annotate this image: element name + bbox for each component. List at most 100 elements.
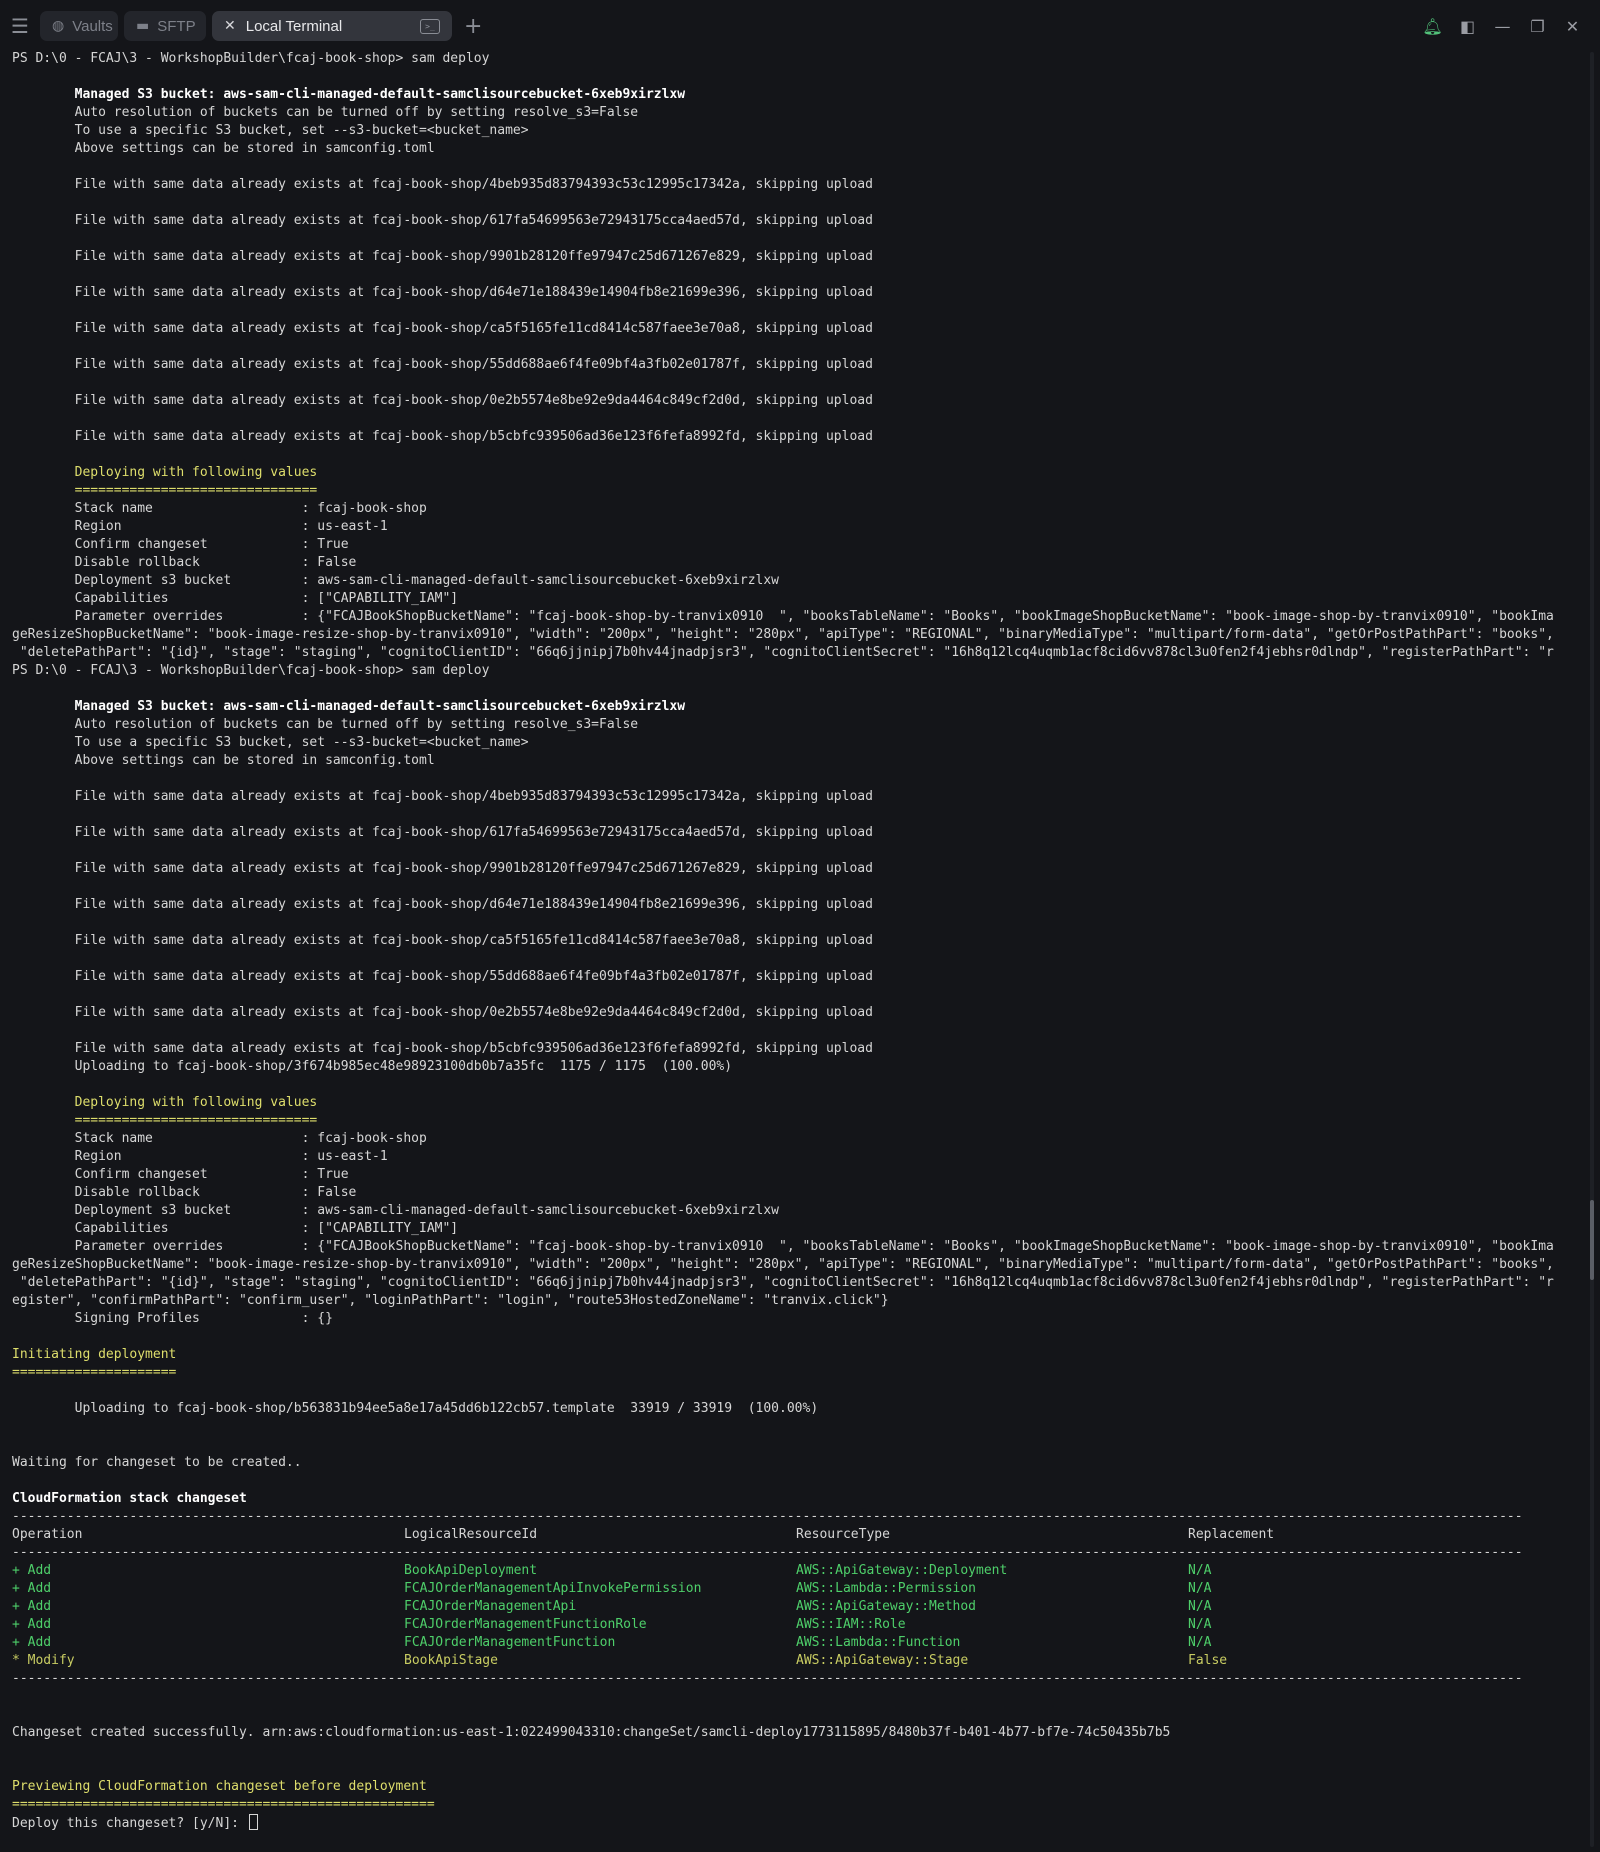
tab-vaults[interactable]: ◍ Vaults (40, 11, 118, 41)
window-controls: 🔔︎ ◧ — ❐ ✕ (1415, 0, 1590, 52)
terminal-line: Confirm changeset : True (12, 537, 349, 552)
row-logical-id: FCAJOrderManagementApi (404, 1599, 577, 1614)
terminal-line: Region : us-east-1 (12, 519, 388, 534)
terminal-line: geResizeShopBucketName": "book-image-res… (12, 1257, 1554, 1272)
terminal-line: Disable rollback : False (12, 1185, 357, 1200)
terminal-line: Above settings can be stored in samconfi… (12, 753, 435, 768)
terminal-line: Deployment s3 bucket : aws-sam-cli-manag… (12, 1203, 780, 1218)
terminal-line: Deploying with following values (12, 1095, 318, 1110)
terminal-line: PS D:\0 - FCAJ\3 - WorkshopBuilder\fcaj-… (12, 663, 490, 678)
row-replacement: N/A (1188, 1581, 1212, 1596)
terminal-output[interactable]: PS D:\0 - FCAJ\3 - WorkshopBuilder\fcaj-… (12, 50, 1587, 1850)
terminal-line: File with same data already exists at fc… (12, 321, 873, 336)
tab-sftp[interactable]: ▬ SFTP (124, 11, 206, 41)
terminal-line: Waiting for changeset to be created.. (12, 1455, 302, 1470)
row-operation: + Add (12, 1599, 52, 1614)
sidebar-panel-icon[interactable]: ◧ (1450, 0, 1485, 52)
terminal-line: Parameter overrides : {"FCAJBookShopBuck… (12, 609, 1554, 624)
terminal-line: File with same data already exists at fc… (12, 933, 873, 948)
close-icon[interactable]: ✕ (224, 18, 236, 34)
minimize-icon[interactable]: — (1485, 0, 1520, 52)
changeset-row: + Add FCAJOrderManagementFunction AWS::Lam… (12, 1634, 1587, 1652)
terminal-line: File with same data already exists at fc… (12, 897, 873, 912)
row-logical-id: FCAJOrderManagementApiInvokePermission (404, 1581, 702, 1596)
terminal-line: Stack name : fcaj-book-shop (12, 1131, 427, 1146)
bell-icon[interactable]: 🔔︎ (1415, 0, 1450, 52)
row-replacement: N/A (1188, 1635, 1212, 1650)
folder-icon: ▬ (136, 18, 150, 34)
changeset-row: + Add FCAJOrderManagementFunctionRole AWS:… (12, 1616, 1587, 1634)
row-resource-type: AWS::ApiGateway::Deployment (796, 1563, 1008, 1578)
terminal-line: File with same data already exists at fc… (12, 177, 873, 192)
row-resource-type: AWS::Lambda::Function (796, 1635, 961, 1650)
hamburger-icon[interactable]: ☰ (0, 0, 40, 52)
terminal-line: To use a specific S3 bucket, set --s3-bu… (12, 123, 529, 138)
terminal-line: Uploading to fcaj-book-shop/3f674b985ec4… (12, 1059, 733, 1074)
terminal-line: File with same data already exists at fc… (12, 249, 873, 264)
row-resource-type: AWS::IAM::Role (796, 1617, 906, 1632)
tab-local-terminal[interactable]: ✕ Local Terminal >_ (212, 11, 452, 41)
tab-local-terminal-label: Local Terminal (245, 17, 343, 35)
terminal-line: File with same data already exists at fc… (12, 1005, 873, 1020)
terminal-line: "deletePathPart": "{id}", "stage": "stag… (12, 1275, 1554, 1290)
terminal-line: Deploying with following values (12, 465, 318, 480)
header-logical-id: LogicalResourceId (404, 1527, 538, 1542)
row-logical-id: FCAJOrderManagementFunction (404, 1635, 616, 1650)
terminal-line: Above settings can be stored in samconfi… (12, 141, 435, 156)
terminal-line: ===================== (12, 1365, 177, 1380)
terminal-line: File with same data already exists at fc… (12, 285, 873, 300)
row-resource-type: AWS::ApiGateway::Method (796, 1599, 977, 1614)
terminal-line: Capabilities : ["CAPABILITY_IAM"] (12, 591, 459, 606)
changeset-row: + Add BookApiDeployment AWS::ApiGateway::D… (12, 1562, 1587, 1580)
row-logical-id: FCAJOrderManagementFunctionRole (404, 1617, 647, 1632)
changeset-row: + Add FCAJOrderManagementApiInvokePermiss… (12, 1580, 1587, 1598)
terminal-line: Auto resolution of buckets can be turned… (12, 717, 639, 732)
window-close-icon[interactable]: ✕ (1555, 0, 1590, 52)
row-replacement: False (1188, 1653, 1228, 1668)
row-operation: * Modify (12, 1653, 75, 1668)
row-logical-id: BookApiStage (404, 1653, 498, 1668)
row-logical-id: BookApiDeployment (404, 1563, 538, 1578)
terminal-line: File with same data already exists at fc… (12, 825, 873, 840)
terminal-line: =============================== (12, 1113, 318, 1128)
terminal-line: Managed S3 bucket: aws-sam-cli-managed-d… (12, 699, 686, 714)
changeset-rows: + Add BookApiDeployment AWS::ApiGateway::D… (12, 1562, 1587, 1670)
tab-local-terminal-left: ✕ Local Terminal (224, 18, 342, 35)
changeset-rule-mid: ----------------------------------------… (12, 1545, 1523, 1560)
row-operation: + Add (12, 1635, 52, 1650)
terminal-line: Capabilities : ["CAPABILITY_IAM"] (12, 1221, 459, 1236)
terminal-line: egister", "confirmPathPart": "confirm_us… (12, 1293, 889, 1308)
plus-icon[interactable]: + (464, 14, 482, 39)
deploy-prompt[interactable]: Deploy this changeset? [y/N]: (12, 1814, 1587, 1832)
scrollbar-thumb[interactable] (1590, 1200, 1594, 1280)
title-bar: ☰ ◍ Vaults ▬ SFTP ✕ Local Terminal >_ + … (0, 0, 1600, 52)
terminal-line: PS D:\0 - FCAJ\3 - WorkshopBuilder\fcaj-… (12, 51, 490, 66)
scrollbar[interactable] (1590, 52, 1594, 1847)
restore-icon[interactable]: ❐ (1520, 0, 1555, 52)
row-operation: + Add (12, 1617, 52, 1632)
row-resource-type: AWS::ApiGateway::Stage (796, 1653, 969, 1668)
changeset-row: + Add FCAJOrderManagementApi AWS::ApiGatew… (12, 1598, 1587, 1616)
terminal-line: To use a specific S3 bucket, set --s3-bu… (12, 735, 529, 750)
terminal-icon[interactable]: >_ (420, 18, 440, 34)
terminal-line: Disable rollback : False (12, 555, 357, 570)
terminal-line: Deployment s3 bucket : aws-sam-cli-manag… (12, 573, 780, 588)
tab-vaults-label: Vaults (72, 17, 113, 35)
